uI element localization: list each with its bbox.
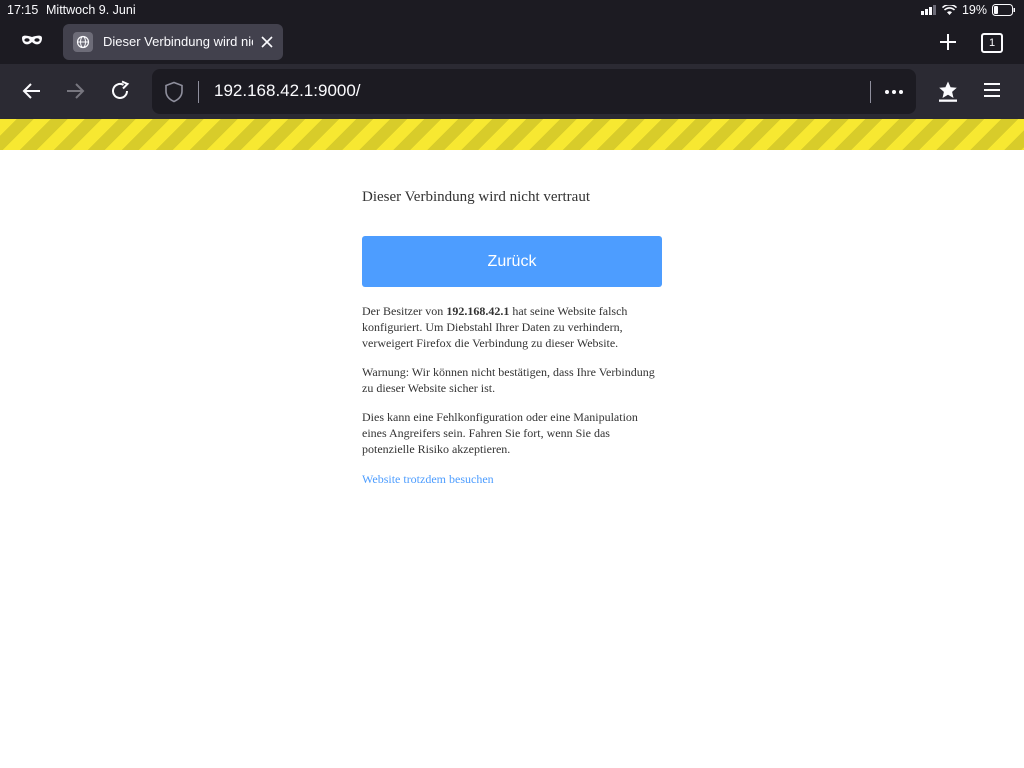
menu-icon[interactable] xyxy=(983,82,1001,98)
url-separator xyxy=(870,81,871,103)
shield-icon[interactable] xyxy=(164,81,184,103)
status-indicators: 19% xyxy=(920,3,1016,17)
plus-icon[interactable] xyxy=(938,32,958,52)
url-text[interactable]: 192.168.42.1:9000/ xyxy=(214,81,361,101)
wifi-icon xyxy=(941,4,957,15)
status-bar: 17:15 Mittwoch 9. Juni 19% xyxy=(0,0,1024,20)
nav-toolbar: 192.168.42.1:9000/ xyxy=(0,64,1024,119)
more-icon[interactable] xyxy=(884,89,904,95)
bookmark-star-icon[interactable] xyxy=(937,80,959,103)
back-arrow-icon[interactable] xyxy=(21,81,42,101)
paragraph-owner: Der Besitzer von 192.168.42.1 hat seine … xyxy=(362,303,662,351)
url-separator xyxy=(198,81,199,103)
error-content: Dieser Verbindung wird nicht vertraut Zu… xyxy=(362,186,662,487)
host-name: 192.168.42.1 xyxy=(446,304,510,318)
tab-title: Dieser Verbindung wird nicht vertraut xyxy=(103,34,253,49)
private-mask-icon[interactable] xyxy=(21,34,43,48)
tab-count: 1 xyxy=(988,37,996,49)
back-button[interactable]: Zurück xyxy=(362,236,662,287)
battery-percent: 19% xyxy=(961,3,987,17)
warning-stripes xyxy=(0,119,1024,150)
paragraph-risk: Dies kann eine Fehlkonfiguration oder ei… xyxy=(362,410,638,456)
status-date: Mittwoch 9. Juni xyxy=(46,3,136,17)
tab-count-icon[interactable]: 1 xyxy=(981,33,1003,53)
battery-icon xyxy=(992,4,1015,16)
page-title: Dieser Verbindung wird nicht vertraut xyxy=(362,189,590,205)
globe-icon xyxy=(73,32,93,52)
url-bar[interactable]: 192.168.42.1:9000/ xyxy=(152,69,916,114)
tab-active[interactable]: Dieser Verbindung wird nicht vertraut xyxy=(63,24,283,60)
reload-icon[interactable] xyxy=(109,80,131,102)
p1-before: Der Besitzer von xyxy=(362,304,447,318)
status-time: 17:15 xyxy=(7,3,39,17)
tab-bar: Dieser Verbindung wird nicht vertraut 1 xyxy=(0,20,1024,64)
signal-icon xyxy=(920,5,936,15)
forward-arrow-icon xyxy=(67,83,85,99)
paragraph-warning: Warnung: Wir können nicht bestätigen, da… xyxy=(362,365,655,395)
close-icon[interactable] xyxy=(258,33,276,51)
visit-anyway-link[interactable]: Website trotzdem besuchen xyxy=(362,472,662,487)
